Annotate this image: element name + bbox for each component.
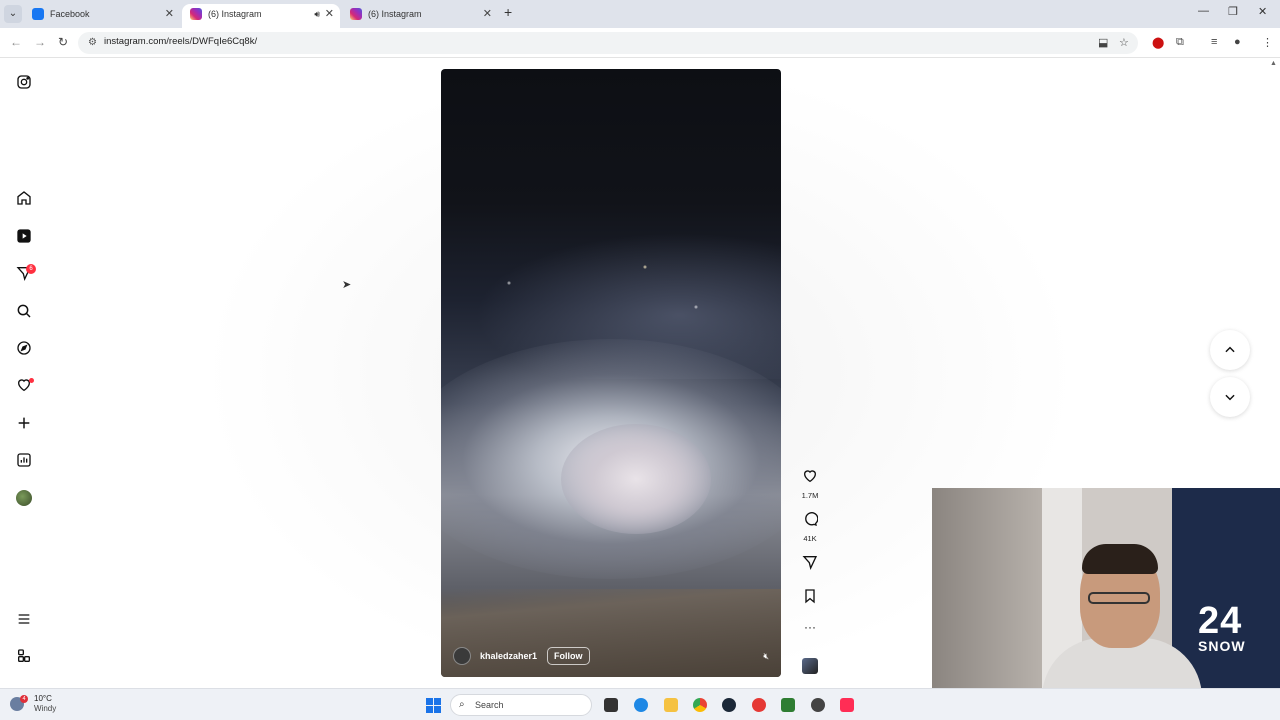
taskbar-search[interactable]: ⌕ Search [450, 694, 592, 716]
share-action[interactable] [800, 554, 820, 575]
likes-count: 1.7M [801, 491, 819, 500]
more-menu-icon[interactable] [14, 609, 34, 629]
scrollbar-arrow-up-icon[interactable]: ▲ [1270, 60, 1277, 67]
restore-icon[interactable]: ❐ [1228, 5, 1238, 18]
chevron-down-icon [1225, 394, 1235, 401]
forward-icon[interactable]: → [34, 35, 46, 49]
like-action[interactable]: 1.7M [800, 468, 820, 500]
new-tab-icon[interactable]: + [504, 4, 512, 20]
like-icon[interactable] [802, 468, 818, 484]
search-icon[interactable] [14, 301, 34, 321]
speaker-icon[interactable]: 🔊︎ [314, 4, 320, 24]
close-tab-icon[interactable]: ✕ [483, 4, 492, 24]
reels-icon[interactable] [14, 226, 34, 246]
author-avatar[interactable] [453, 647, 471, 665]
browser-toolbar: ← → ↻ ⚙ instagram.com/reels/DWFqIe6Cq8k/… [0, 28, 1280, 58]
profile-icon[interactable]: ● [1234, 36, 1241, 48]
taskbar-search-label: Search [475, 700, 504, 710]
search-icon: ⌕ [459, 699, 465, 710]
instagram-logo-icon[interactable] [14, 72, 34, 92]
site-info-icon[interactable]: ⚙ [88, 37, 97, 48]
share-icon[interactable] [802, 554, 818, 570]
reel-video[interactable]: khaledzaher1 Follow 🔇︎ [441, 69, 781, 677]
tab-instagram[interactable]: (6) Instagram ✕ [342, 4, 498, 28]
extension-record-icon[interactable]: ⬤ [1152, 36, 1164, 49]
mouse-cursor-icon: ➤ [342, 279, 352, 291]
extensions-icon[interactable]: ⧉ [1176, 36, 1184, 49]
weather-badge: 4 [20, 695, 28, 703]
task-view-icon[interactable] [604, 698, 618, 712]
obs-icon[interactable] [811, 698, 825, 712]
tab-title: (6) Instagram [208, 9, 262, 19]
install-app-icon[interactable]: ⬓ [1098, 36, 1108, 49]
edge-icon[interactable] [634, 698, 648, 712]
weather-temperature: 10°C [34, 694, 52, 703]
audio-thumbnail[interactable] [802, 658, 818, 674]
tab-strip: ⌄ Facebook ✕ (6) Instagram 🔊︎ ✕ (6) Inst… [0, 0, 1280, 28]
author-username[interactable]: khaledzaher1 [480, 651, 537, 661]
reel-author: khaledzaher1 Follow [453, 645, 590, 667]
profile-avatar[interactable] [16, 490, 32, 506]
comments-count: 41K [803, 534, 817, 543]
file-explorer-icon[interactable] [664, 698, 678, 712]
activity-dot [29, 378, 34, 383]
sidebar: 6 [0, 58, 48, 688]
close-tab-icon[interactable]: ✕ [325, 4, 334, 24]
minimize-icon[interactable]: — [1198, 5, 1209, 17]
back-icon[interactable]: ← [10, 35, 22, 49]
comment-action[interactable]: 41K [800, 511, 820, 543]
tab-title: (6) Instagram [368, 9, 422, 19]
jersey-name: SNOW [1198, 638, 1246, 654]
plaza [561, 424, 711, 534]
tab-instagram-active[interactable]: (6) Instagram 🔊︎ ✕ [182, 4, 340, 28]
mute-icon[interactable]: 🔇︎ [763, 651, 769, 662]
instagram-icon [190, 8, 202, 20]
also-from-meta-icon[interactable] [14, 646, 34, 666]
bookmark-icon[interactable] [802, 588, 818, 604]
facebook-icon [32, 8, 44, 20]
tab-facebook[interactable]: Facebook ✕ [24, 4, 180, 28]
webcam-wall [932, 488, 1042, 720]
webcam-overlay: 24 SNOW [932, 488, 1280, 720]
instagram-icon [350, 8, 362, 20]
url-text: instagram.com/reels/DWFqIe6Cq8k/ [104, 36, 258, 47]
windows-start-icon[interactable] [426, 698, 441, 713]
explore-icon[interactable] [14, 338, 34, 358]
home-icon[interactable] [14, 188, 34, 208]
follow-button[interactable]: Follow [547, 647, 590, 665]
webcam-person-hair [1082, 544, 1158, 574]
notifications-badge: 6 [26, 264, 36, 274]
close-tab-icon[interactable]: ✕ [165, 4, 174, 24]
steam-icon[interactable] [722, 698, 736, 712]
menu-icon[interactable]: ⋮ [1262, 36, 1273, 49]
tab-search-icon[interactable]: ⌄ [4, 5, 22, 23]
app-red-icon[interactable] [752, 698, 766, 712]
media-control-icon[interactable]: ≡ [1211, 36, 1217, 48]
tab-title: Facebook [50, 9, 90, 19]
address-bar[interactable]: ⚙ instagram.com/reels/DWFqIe6Cq8k/ [78, 32, 1138, 54]
reload-icon[interactable]: ↻ [58, 35, 68, 49]
next-reel-button[interactable] [1210, 377, 1250, 417]
app-green-icon[interactable] [781, 698, 795, 712]
bookmark-star-icon[interactable]: ☆ [1119, 36, 1129, 49]
create-icon[interactable] [14, 413, 34, 433]
jersey-number: 24 [1198, 600, 1243, 642]
dashboard-icon[interactable] [14, 450, 34, 470]
previous-reel-button[interactable] [1210, 330, 1250, 370]
taskbar: 4 10°C Windy ⌕ Search [0, 688, 1280, 720]
weather-condition: Windy [34, 704, 57, 713]
tiktok-icon[interactable] [840, 698, 854, 712]
comment-icon[interactable] [802, 511, 819, 527]
chevron-up-icon [1225, 346, 1235, 353]
close-window-icon[interactable]: ✕ [1258, 5, 1267, 18]
more-options-icon[interactable]: ··· [800, 620, 820, 634]
save-action[interactable] [800, 588, 820, 609]
chrome-icon[interactable] [693, 698, 707, 712]
webcam-person-glasses [1088, 592, 1150, 604]
